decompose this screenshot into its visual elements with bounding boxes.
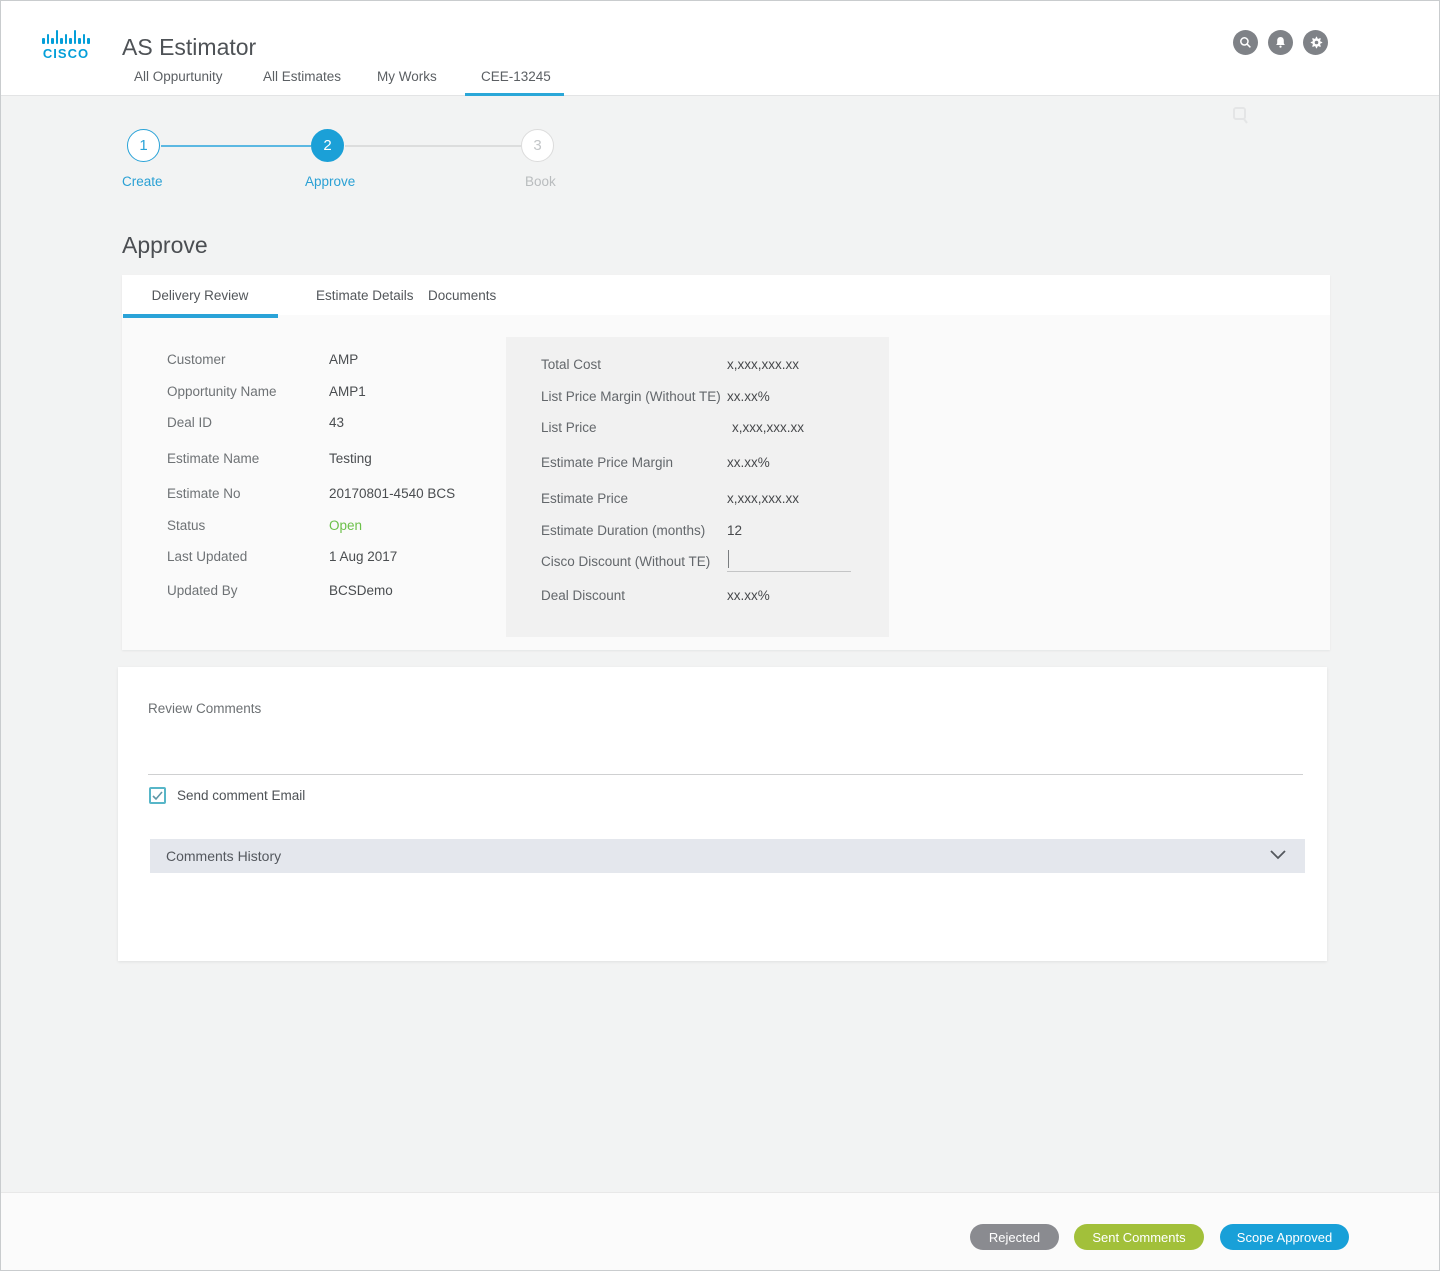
- pricing-panel: Total Cost x,xxx,xxx.xx List Price Margin…: [506, 337, 889, 637]
- review-comments-card: Review Comments Send comment Email Comme…: [118, 667, 1327, 961]
- step-connector-upcoming: [345, 145, 521, 147]
- tab-active-underline: [123, 314, 278, 318]
- action-footer: Rejected Sent Comments Scope Approved: [0, 1192, 1440, 1271]
- review-comments-input[interactable]: [148, 725, 1303, 775]
- nav-all-estimates[interactable]: All Estimates: [263, 69, 341, 84]
- nav-my-works[interactable]: My Works: [377, 69, 437, 84]
- step-3-book[interactable]: 3: [521, 129, 554, 162]
- step-2-label: Approve: [305, 174, 356, 189]
- step-1-create[interactable]: 1: [127, 129, 160, 162]
- chevron-down-icon: [1269, 848, 1287, 866]
- cisco-logo: CISCO: [40, 28, 92, 61]
- tab-documents[interactable]: Documents: [418, 275, 506, 315]
- comments-history-label: Comments History: [166, 848, 282, 864]
- cisco-logo-text: CISCO: [42, 46, 90, 61]
- tab-delivery-review[interactable]: Delivery Review: [122, 275, 278, 318]
- step-2-approve[interactable]: 2: [311, 129, 344, 162]
- send-email-row: Send comment Email: [149, 787, 305, 804]
- scope-approved-button[interactable]: Scope Approved: [1220, 1224, 1349, 1250]
- nav-cee-13245[interactable]: CEE-13245: [481, 69, 551, 84]
- step-1-label: Create: [122, 174, 163, 189]
- comments-history-toggle[interactable]: Comments History: [150, 839, 1305, 873]
- step-3-label: Book: [525, 174, 556, 189]
- gear-icon[interactable]: [1303, 30, 1328, 55]
- rejected-button[interactable]: Rejected: [970, 1224, 1059, 1250]
- ghost-search-icon: [1232, 106, 1249, 129]
- main-nav: All Oppurtunity All Estimates My Works C…: [0, 65, 1440, 96]
- nav-all-opportunity[interactable]: All Oppurtunity: [134, 69, 223, 84]
- text-cursor: [728, 550, 729, 568]
- delivery-review-card: Delivery Review Estimate Details Documen…: [122, 275, 1330, 650]
- search-icon[interactable]: [1233, 30, 1258, 55]
- sent-comments-button[interactable]: Sent Comments: [1074, 1224, 1204, 1250]
- review-comments-label: Review Comments: [148, 701, 262, 716]
- nav-active-underline: [465, 93, 564, 96]
- cisco-logo-bars-icon: [40, 28, 92, 44]
- cisco-discount-input[interactable]: [727, 548, 851, 571]
- status-badge: Open: [329, 518, 363, 533]
- app-title: AS Estimator: [122, 34, 257, 60]
- page-title: Approve: [122, 232, 208, 258]
- send-email-checkbox[interactable]: [149, 787, 166, 804]
- step-connector-done: [161, 145, 311, 147]
- bell-icon[interactable]: [1268, 30, 1293, 55]
- tab-bar: Delivery Review Estimate Details Documen…: [122, 275, 1330, 318]
- app-header: CISCO AS Estimator All Oppurtunity All E…: [0, 0, 1440, 96]
- send-email-label: Send comment Email: [177, 788, 306, 803]
- cisco-discount-field: [727, 548, 851, 572]
- tab-estimate-details[interactable]: Estimate Details: [306, 275, 424, 315]
